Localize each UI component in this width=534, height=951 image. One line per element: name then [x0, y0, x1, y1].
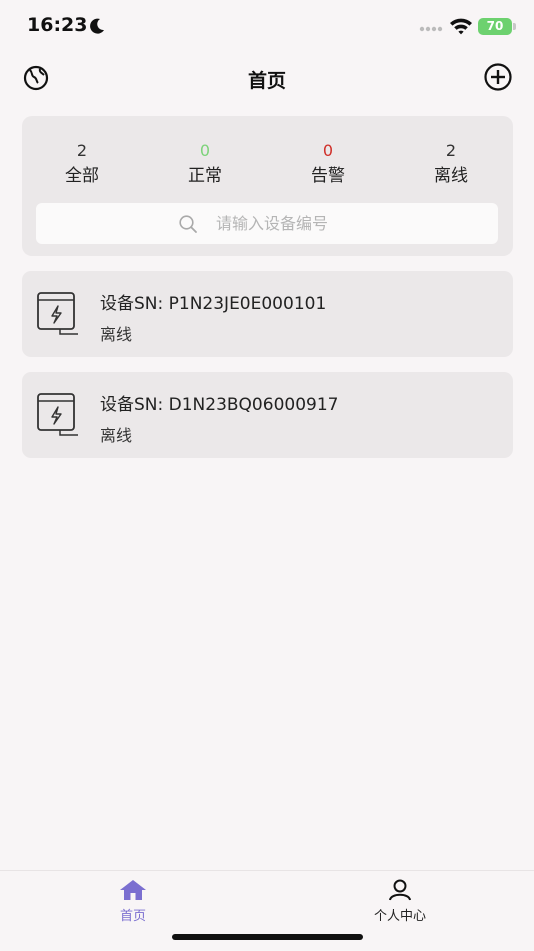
stat-label: 全部	[65, 166, 99, 186]
wifi-icon	[450, 18, 472, 35]
moon-icon	[90, 18, 104, 34]
device-status: 离线	[100, 426, 133, 445]
home-icon	[120, 880, 146, 900]
stat-alarm[interactable]: 0 告警	[278, 140, 378, 190]
tab-home[interactable]: 首页	[73, 879, 193, 924]
status-bar: 16:23 70	[0, 0, 534, 54]
stat-all[interactable]: 2 全部	[32, 140, 132, 190]
device-status: 离线	[100, 325, 133, 344]
device-sn: 设备SN: D1N23BQ06000917	[100, 395, 339, 415]
stat-offline[interactable]: 2 离线	[401, 140, 501, 190]
search-icon	[179, 215, 197, 233]
charger-device-icon	[37, 292, 78, 335]
battery-indicator: 70	[478, 18, 512, 35]
user-icon	[389, 879, 411, 901]
stat-count: 2	[445, 141, 457, 160]
stat-count: 2	[76, 141, 88, 160]
status-time: 16:23	[27, 14, 88, 36]
page-title: 首页	[247, 70, 286, 92]
tab-profile[interactable]: 个人中心	[340, 879, 460, 924]
cellular-signal-icon	[419, 26, 443, 32]
stat-count: 0	[322, 141, 334, 160]
battery-level: 70	[486, 19, 504, 33]
device-sn: 设备SN: P1N23JE0E000101	[100, 294, 327, 314]
stat-label: 正常	[188, 166, 222, 186]
device-list-item[interactable]: 设备SN: P1N23JE0E000101 离线	[22, 271, 513, 357]
battery-tip	[513, 23, 516, 30]
stat-normal[interactable]: 0 正常	[155, 140, 255, 190]
search-box	[36, 203, 498, 244]
stat-count: 0	[199, 141, 211, 160]
search-input[interactable]	[216, 203, 486, 244]
charger-device-icon	[37, 393, 78, 436]
device-list-item[interactable]: 设备SN: D1N23BQ06000917 离线	[22, 372, 513, 458]
stat-label: 离线	[434, 166, 468, 186]
device-summary-card: 2 全部 0 正常 0 告警 2 离线	[22, 116, 513, 256]
home-indicator	[172, 934, 363, 940]
add-device-icon[interactable]	[483, 62, 513, 92]
nav-bar: 首页	[0, 54, 534, 102]
tab-profile-label: 个人中心	[373, 909, 426, 924]
tab-home-label: 首页	[119, 909, 146, 924]
stat-label: 告警	[311, 166, 345, 186]
